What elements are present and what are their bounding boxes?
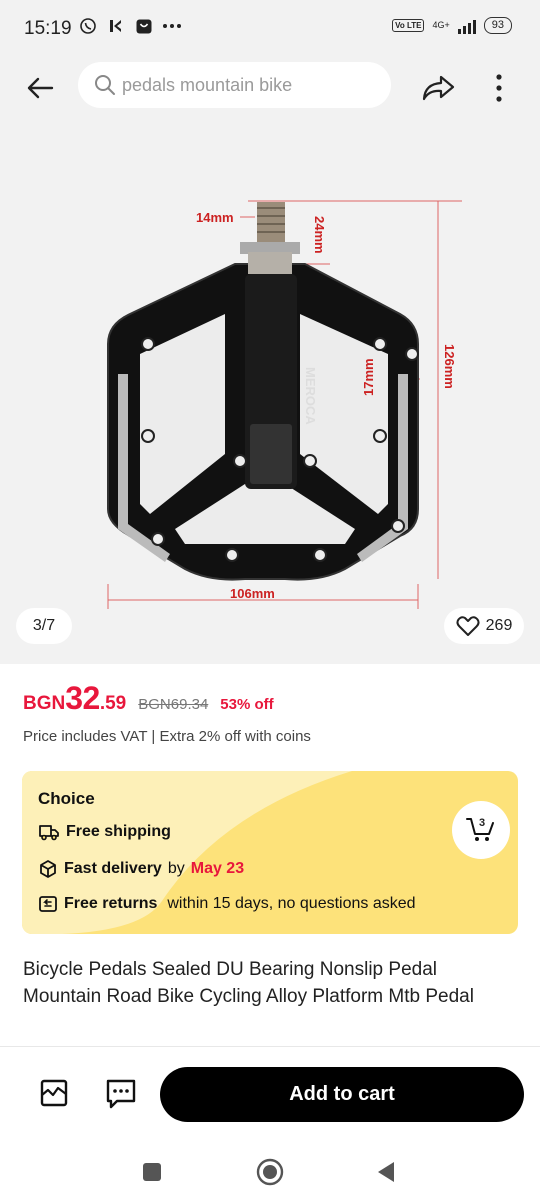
status-bar: 15:19 Vo LTE 4G+ 93 — [0, 0, 540, 56]
arrow-left-icon — [27, 77, 54, 99]
more-options-button[interactable] — [482, 68, 516, 108]
price-currency: BGN — [23, 693, 66, 714]
back-nav-button[interactable] — [366, 1152, 406, 1192]
battery-icon: 93 — [483, 17, 512, 34]
fast-delivery-row: Fast delivery by May 23 — [38, 859, 244, 879]
header — [0, 56, 540, 124]
returns-note: within 15 days, no questions asked — [167, 895, 416, 912]
status-right: Vo LTE 4G+ 93 — [392, 17, 512, 34]
kaufland-icon — [106, 16, 126, 36]
free-shipping-row: Free shipping — [38, 823, 171, 841]
chat-button[interactable] — [102, 1075, 140, 1113]
more-vertical-icon — [496, 74, 502, 102]
free-returns-label: Free returns — [64, 895, 158, 912]
wishlist-button[interactable]: 269 — [444, 608, 524, 644]
back-button[interactable] — [20, 68, 60, 108]
recents-button[interactable] — [132, 1152, 172, 1192]
home-circle-icon — [256, 1158, 284, 1186]
bottom-action-bar: Add to cart — [0, 1046, 540, 1142]
likes-count: 269 — [485, 617, 513, 634]
truck-icon — [39, 825, 59, 841]
choice-title: Choice — [38, 789, 95, 808]
store-button[interactable] — [36, 1075, 72, 1111]
search-bar[interactable] — [78, 62, 391, 108]
search-icon — [95, 75, 115, 95]
dim-thread-width: 14mm — [196, 210, 234, 225]
brand-text: MEROCA — [303, 367, 318, 425]
free-returns-row: Free returns within 15 days, no question… — [38, 895, 416, 913]
price-integer: 32 — [65, 680, 100, 716]
system-nav-bar — [0, 1142, 540, 1200]
choice-cart-button[interactable]: 3 — [452, 801, 510, 859]
triangle-back-icon — [378, 1162, 394, 1182]
original-price: BGN69.34 — [138, 696, 209, 713]
price-row: BGN 32 .59 BGN69.34 53% off — [23, 680, 274, 717]
price-decimal: .59 — [99, 693, 127, 714]
store-icon — [40, 1079, 68, 1107]
more-notifications-icon — [162, 16, 182, 36]
home-button[interactable] — [250, 1152, 290, 1192]
share-button[interactable] — [418, 68, 458, 108]
chat-icon — [106, 1079, 136, 1109]
returns-icon — [39, 896, 57, 912]
status-time: 15:19 — [24, 18, 72, 39]
search-input[interactable] — [122, 74, 362, 96]
share-icon — [422, 75, 455, 101]
notification-icons — [78, 16, 182, 36]
network-type: 4G+ — [432, 20, 450, 30]
dim-thickness: 17mm — [361, 358, 376, 396]
choice-card[interactable]: Choice Free shipping Fast delivery by Ma… — [22, 771, 518, 934]
product-title: Bicycle Pedals Sealed DU Bearing Nonslip… — [23, 959, 474, 1007]
product-image-gallery[interactable]: MEROCA 14mm 24mm 17mm 126mm 106mm 3/7 26… — [0, 124, 540, 664]
cart-count: 3 — [479, 817, 486, 829]
free-shipping-label: Free shipping — [66, 823, 171, 840]
square-icon — [143, 1163, 161, 1181]
vat-note: Price includes VAT | Extra 2% off with c… — [23, 728, 311, 745]
dim-length: 126mm — [442, 344, 457, 389]
add-to-cart-button[interactable]: Add to cart — [160, 1067, 524, 1122]
delivery-by-text: by — [167, 860, 185, 877]
volte-icon: Vo LTE — [392, 19, 425, 32]
signal-icon — [457, 18, 476, 34]
heart-icon — [456, 616, 480, 636]
delivery-date: May 23 — [190, 860, 245, 877]
discount-badge: 53% off — [220, 696, 274, 713]
shopping-bag-icon — [134, 16, 154, 36]
image-counter: 3/7 — [16, 608, 72, 644]
dim-width: 106mm — [230, 586, 275, 601]
product-image[interactable]: MEROCA 14mm 24mm 17mm 126mm 106mm — [0, 124, 540, 664]
fast-delivery-label: Fast delivery — [64, 860, 162, 877]
package-icon — [40, 860, 56, 878]
viber-icon — [78, 16, 98, 36]
dim-thread-length: 24mm — [312, 216, 327, 254]
